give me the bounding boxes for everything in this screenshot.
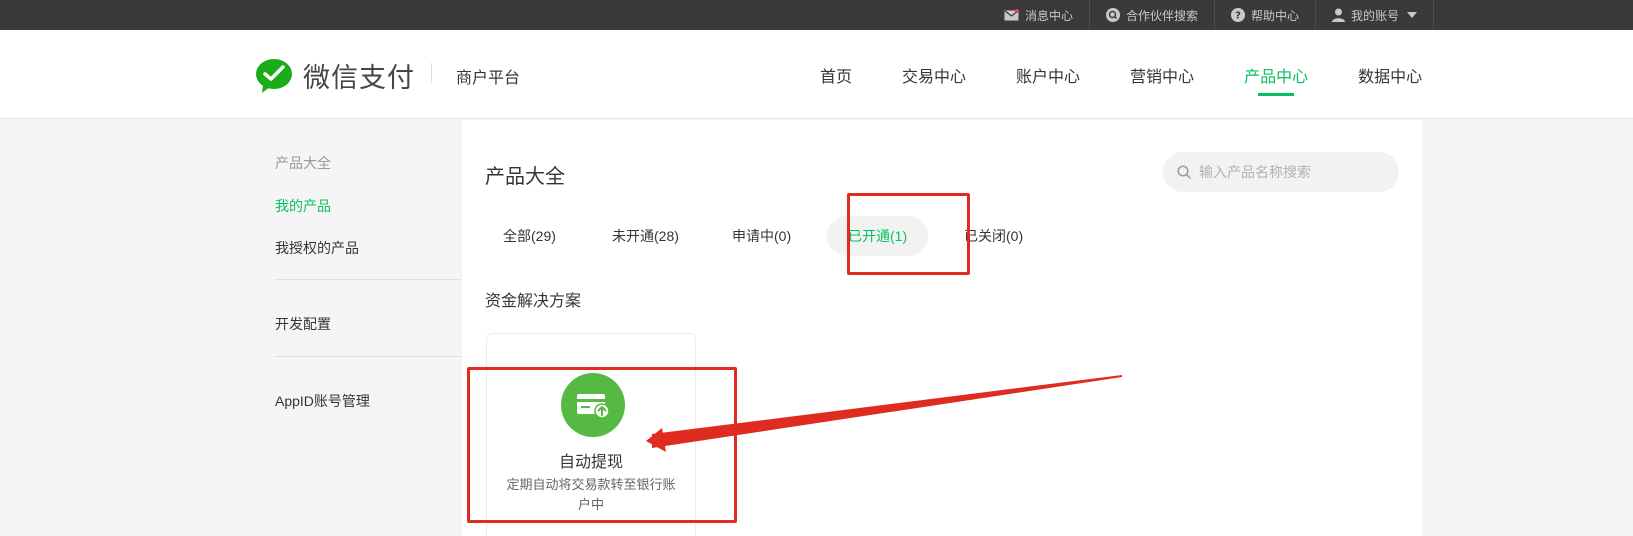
tab-closed[interactable]: 已关闭(0) bbox=[943, 216, 1044, 256]
nav-item-transactions[interactable]: 交易中心 bbox=[902, 30, 966, 119]
sidebar-item-appid-management[interactable]: AppID账号管理 bbox=[275, 391, 370, 411]
card-icon-circle bbox=[561, 373, 625, 437]
tab-activated[interactable]: 已开通(1) bbox=[827, 216, 929, 256]
topbar-link-label: 我的账号 bbox=[1351, 8, 1400, 23]
sidebar-item-authorized-products[interactable]: 我授权的产品 bbox=[275, 238, 359, 258]
tab-not-activated[interactable]: 未开通(28) bbox=[591, 216, 700, 256]
svg-text:?: ? bbox=[1235, 11, 1241, 22]
card-description: 定期自动将交易款转至银行账户中 bbox=[506, 477, 676, 512]
nav-item-products[interactable]: 产品中心 bbox=[1244, 30, 1308, 119]
sidebar-section-title: 产品大全 bbox=[275, 155, 331, 171]
search-input[interactable] bbox=[1199, 164, 1389, 180]
logo-text: 微信支付 bbox=[303, 63, 415, 93]
platform-name: 商户平台 bbox=[456, 70, 521, 87]
main-panel: 产品大全 全部(29) 未开通(28) 申请中(0) 已开通(1) 已关闭(0)… bbox=[462, 120, 1422, 536]
topbar-link-partner-search[interactable]: 合作伙伴搜索 bbox=[1090, 0, 1216, 30]
section-title: 资金解决方案 bbox=[485, 293, 582, 310]
top-utility-bar: 消息中心 合作伙伴搜索 ? 帮助中心 我的账号 bbox=[0, 0, 1633, 30]
product-card-auto-withdraw[interactable]: 自动提现 定期自动将交易款转至银行账户中 bbox=[486, 333, 696, 536]
wechat-pay-logo[interactable]: 微信支付 bbox=[255, 56, 415, 95]
site-header: 微信支付 商户平台 首页 交易中心 账户中心 营销中心 产品中心 数据中心 bbox=[0, 30, 1633, 119]
help-icon: ? bbox=[1231, 8, 1246, 22]
topbar-link-account[interactable]: 我的账号 bbox=[1316, 0, 1435, 30]
wechat-pay-logo-icon bbox=[256, 58, 292, 93]
sidebar-divider bbox=[275, 356, 462, 357]
card-title: 自动提现 bbox=[558, 454, 623, 471]
nav-item-home[interactable]: 首页 bbox=[820, 30, 852, 119]
nav-item-data[interactable]: 数据中心 bbox=[1358, 30, 1422, 119]
topbar-link-label: 合作伙伴搜索 bbox=[1126, 8, 1199, 23]
sidebar-item-my-products[interactable]: 我的产品 bbox=[275, 196, 331, 216]
right-gutter bbox=[1422, 120, 1633, 536]
topbar-link-label: 消息中心 bbox=[1025, 8, 1074, 23]
topbar-link-messages[interactable]: 消息中心 bbox=[988, 0, 1091, 30]
product-search bbox=[1163, 152, 1399, 192]
user-icon bbox=[1332, 8, 1346, 22]
sidebar-divider bbox=[275, 279, 462, 280]
tab-all[interactable]: 全部(29) bbox=[482, 216, 577, 256]
nav-item-marketing[interactable]: 营销中心 bbox=[1130, 30, 1194, 119]
topbar-links: 消息中心 合作伙伴搜索 ? 帮助中心 我的账号 bbox=[988, 0, 1435, 30]
sidebar-item-dev-config[interactable]: 开发配置 bbox=[275, 314, 331, 334]
topbar-link-label: 帮助中心 bbox=[1251, 8, 1300, 23]
mail-icon bbox=[1004, 9, 1019, 21]
page-title: 产品大全 bbox=[485, 166, 565, 188]
tab-applying[interactable]: 申请中(0) bbox=[711, 216, 812, 256]
logo-divider bbox=[431, 63, 432, 83]
bank-card-withdraw-icon bbox=[577, 394, 610, 419]
topbar-link-help[interactable]: ? 帮助中心 bbox=[1215, 0, 1317, 30]
partner-search-icon bbox=[1106, 8, 1121, 22]
main-nav: 首页 交易中心 账户中心 营销中心 产品中心 数据中心 bbox=[820, 30, 1422, 119]
search-icon bbox=[1177, 165, 1191, 179]
chevron-down-icon bbox=[1407, 12, 1418, 18]
nav-item-account[interactable]: 账户中心 bbox=[1016, 30, 1080, 119]
